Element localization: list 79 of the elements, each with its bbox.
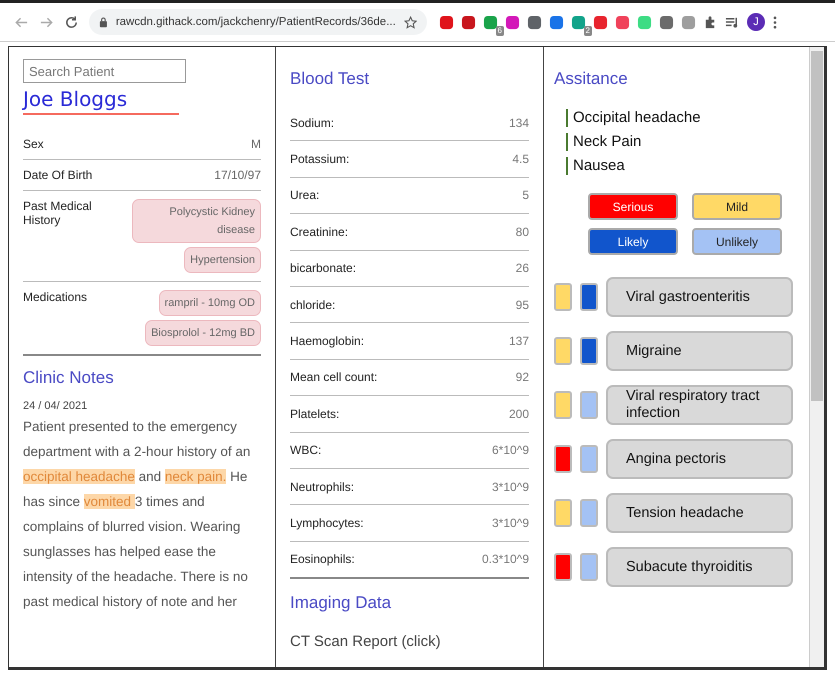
extension-icon[interactable] bbox=[483, 14, 498, 30]
extension-icon[interactable] bbox=[615, 14, 630, 30]
test-name: Platelets: bbox=[290, 406, 340, 421]
search-field[interactable]: Search Patient bbox=[23, 59, 186, 83]
reload-icon[interactable] bbox=[64, 14, 79, 30]
section-heading: Blood Test bbox=[290, 69, 370, 89]
test-name: Lymphocytes: bbox=[290, 516, 364, 530]
section-heading: Assitance bbox=[554, 69, 629, 89]
test-name: Eosinophils: bbox=[290, 552, 355, 566]
extension-icon[interactable] bbox=[659, 14, 674, 30]
symptom-item: Nausea bbox=[566, 157, 625, 175]
diagnosis-button[interactable]: Angina pectoris bbox=[606, 439, 793, 479]
test-value: 6*10^9 bbox=[492, 443, 529, 458]
extension-icon[interactable] bbox=[571, 14, 586, 30]
test-value: 134 bbox=[508, 116, 529, 130]
extension-badge: 6 bbox=[496, 26, 504, 36]
test-value: 0.3*10^9 bbox=[482, 552, 529, 566]
filter-button[interactable]: Serious bbox=[588, 193, 678, 220]
extension-icon[interactable] bbox=[461, 14, 476, 30]
field-value: 17/10/97 bbox=[214, 168, 261, 182]
diagnosis-button[interactable]: Migraine bbox=[606, 331, 793, 371]
test-value: 137 bbox=[508, 334, 529, 348]
history-tag: Polycystic Kidney disease bbox=[132, 199, 261, 243]
test-value: 80 bbox=[516, 224, 529, 239]
clinic-note: Patient presented to the emergency department with a 2-hour history of an occipital headache and neck pain. He has since vomited 3 times and complains of blurred vision. Wearing sunglasses has helped ease the intensity of the headache. There is no past medical history of note and her bbox=[23, 418, 252, 611]
test-value: 4.5 bbox=[512, 152, 529, 166]
test-value: 95 bbox=[516, 298, 529, 312]
field-label: Date Of Birth bbox=[23, 168, 92, 182]
test-name: bicarbonate: bbox=[290, 261, 356, 276]
field-label: Sex bbox=[23, 137, 44, 151]
scrollbar-thumb[interactable] bbox=[811, 51, 823, 401]
extension-badge: 2 bbox=[584, 26, 592, 36]
extension-icon[interactable] bbox=[593, 14, 608, 30]
test-name: Mean cell count: bbox=[290, 370, 378, 384]
section-heading: Imaging Data bbox=[290, 593, 392, 614]
test-value: 3*10^9 bbox=[492, 516, 529, 530]
filter-button[interactable]: Mild bbox=[692, 193, 782, 220]
diagnosis-button[interactable]: Viral gastroenteritis bbox=[606, 277, 793, 317]
test-value: 92 bbox=[516, 370, 529, 384]
extension-icon[interactable] bbox=[505, 14, 520, 30]
test-value: 26 bbox=[516, 261, 529, 276]
history-tag: rampril - 10mg OD bbox=[158, 290, 261, 316]
section-heading: Clinic Notes bbox=[23, 368, 115, 388]
diagnosis-button[interactable]: Viral respiratory tract infection bbox=[606, 385, 793, 425]
diagnosis-button[interactable]: Tension headache bbox=[606, 493, 793, 533]
test-name: Sodium: bbox=[290, 116, 334, 130]
note-date: 24 / 04/ 2021 bbox=[23, 400, 88, 412]
test-name: Creatinine: bbox=[290, 224, 348, 239]
star-icon[interactable] bbox=[404, 14, 417, 30]
test-name: WBC: bbox=[290, 443, 322, 458]
test-name: Urea: bbox=[290, 188, 320, 202]
menu-icon[interactable] bbox=[772, 14, 778, 30]
history-tag: Biosprolol - 12mg BD bbox=[145, 320, 261, 346]
symptom-item: Neck Pain bbox=[566, 133, 642, 151]
address-bar[interactable]: rawcdn.githack.com/jackchenry/PatientRecords/36de... bbox=[89, 9, 427, 35]
extension-icon[interactable] bbox=[549, 14, 564, 30]
profile-avatar[interactable]: J bbox=[747, 13, 765, 31]
extension-icon[interactable] bbox=[681, 14, 696, 30]
field-label: Past Medical History bbox=[23, 199, 93, 227]
extension-icon[interactable] bbox=[527, 14, 542, 30]
extension-icon[interactable] bbox=[439, 14, 454, 30]
test-name: Neutrophils: bbox=[290, 480, 354, 494]
filter-button[interactable]: Unlikely bbox=[692, 228, 782, 255]
test-name: chloride: bbox=[290, 298, 336, 312]
scrollbar[interactable] bbox=[809, 47, 824, 667]
test-name: Potassium: bbox=[290, 152, 350, 166]
test-value: 5 bbox=[522, 188, 529, 202]
diagnosis-button[interactable]: Subacute thyroiditis bbox=[606, 547, 793, 587]
field-value: M bbox=[251, 137, 261, 151]
symptom-item: Occipital headache bbox=[566, 109, 701, 127]
test-name: Haemoglobin: bbox=[290, 334, 364, 348]
lock-icon bbox=[99, 16, 108, 28]
test-value: 3*10^9 bbox=[492, 480, 529, 494]
test-value: 200 bbox=[508, 406, 529, 421]
field-label: Medications bbox=[23, 290, 88, 304]
patient-name: Joe Bloggs bbox=[23, 87, 179, 115]
report-link[interactable]: CT Scan Report (click) bbox=[290, 633, 529, 650]
filter-button[interactable]: Likely bbox=[588, 228, 678, 255]
history-tag: Hypertension bbox=[184, 247, 261, 273]
